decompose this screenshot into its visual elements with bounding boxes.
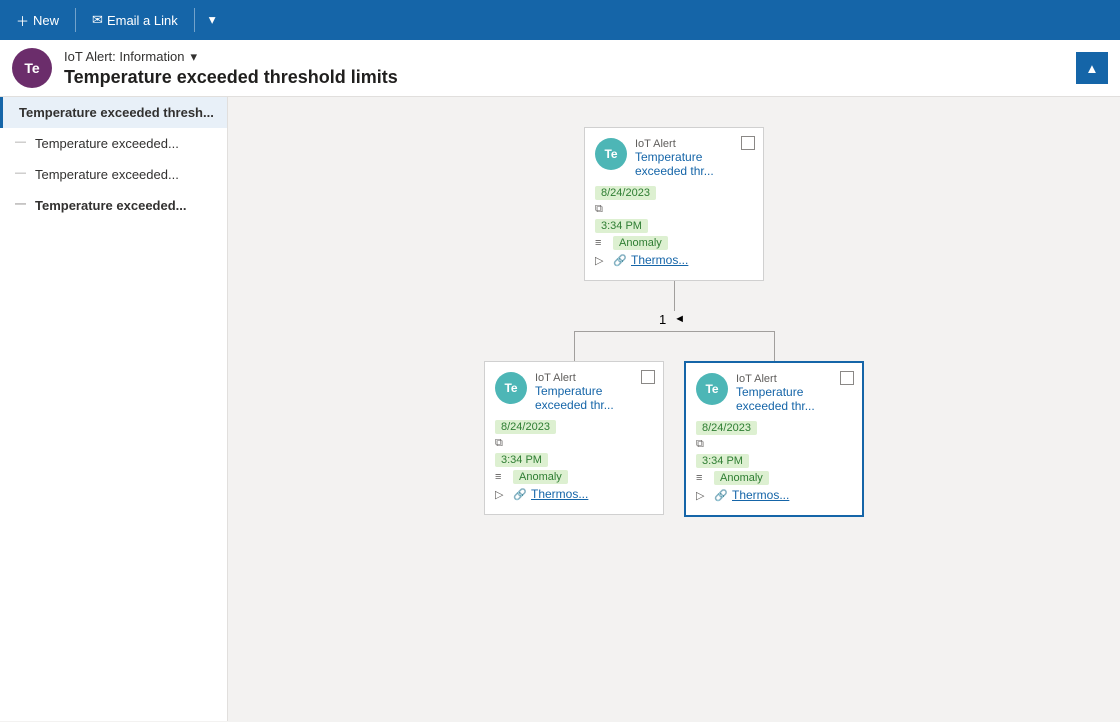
sidebar: Temperature exceeded thresh... Temperatu… [0, 97, 228, 721]
connector-v-root [674, 281, 675, 311]
root-card-category: Anomaly [613, 236, 668, 250]
child-1-time: 3:34 PM [696, 454, 749, 468]
collapse-button[interactable]: ▲ [1076, 52, 1108, 84]
child-1-title[interactable]: Temperature exceeded thr... [736, 385, 852, 413]
pagination-back-button[interactable]: ◄ [670, 311, 689, 327]
child-1-type: IoT Alert [736, 373, 852, 385]
sidebar-item-2[interactable]: Temperature exceeded... [0, 159, 227, 190]
tag-icon-0: ≡ [495, 471, 509, 483]
link-icon-1: 🔗 [714, 489, 728, 502]
child-1-avatar: Te [696, 373, 728, 405]
child-0-date: 8/24/2023 [495, 420, 556, 434]
header-content: IoT Alert: Information ▾ Temperature exc… [64, 49, 1108, 88]
root-card-time: 3:34 PM [595, 219, 648, 233]
child-1-checkbox[interactable] [840, 371, 854, 385]
email-icon: ✉ [92, 12, 103, 28]
sidebar-item-label: Temperature exceeded... [35, 136, 179, 151]
child-0-title[interactable]: Temperature exceeded thr... [535, 384, 653, 412]
child-0-avatar: Te [495, 372, 527, 404]
chevron-down-icon: ▾ [209, 12, 216, 28]
root-card-avatar: Te [595, 138, 627, 170]
avatar: Te [12, 48, 52, 88]
sidebar-item-3[interactable]: Temperature exceeded... [0, 190, 227, 221]
child-branch-0: Te IoT Alert Temperature exceeded thr...… [484, 331, 664, 515]
sidebar-item-0[interactable]: Temperature exceeded thresh... [0, 97, 227, 128]
child-v-line-0 [574, 331, 575, 361]
sidebar-item-1[interactable]: Temperature exceeded... [0, 128, 227, 159]
tag-icon-1: ≡ [696, 472, 710, 484]
root-card-title[interactable]: Temperature exceeded thr... [635, 150, 753, 178]
child-0-time: 3:34 PM [495, 453, 548, 467]
children-row: Te IoT Alert Temperature exceeded thr...… [484, 331, 864, 517]
tree-container: Te IoT Alert Temperature exceeded thr...… [228, 97, 1120, 721]
pagination-page: 1 [659, 312, 666, 327]
child-card-0: Te IoT Alert Temperature exceeded thr...… [484, 361, 664, 515]
toolbar-chevron-button[interactable]: ▾ [203, 4, 222, 36]
new-icon: ＋ [16, 11, 29, 30]
link-icon: 🔗 [613, 254, 627, 267]
email-link-button[interactable]: ✉ Email a Link [84, 4, 186, 36]
arrow-icon-1: ▷ [696, 489, 710, 502]
copy-icon-1: ⧉ [696, 438, 710, 451]
alert-type-dropdown[interactable]: IoT Alert: Information ▾ [64, 49, 197, 65]
link-icon-0: 🔗 [513, 488, 527, 501]
page-title: Temperature exceeded threshold limits [64, 67, 1108, 88]
sidebar-item-label: Temperature exceeded thresh... [19, 105, 214, 120]
toolbar: ＋ New ✉ Email a Link ▾ [0, 0, 1120, 40]
child-branch-1: Te IoT Alert Temperature exceeded thr...… [684, 331, 864, 517]
new-button[interactable]: ＋ New [8, 4, 67, 36]
root-card-link[interactable]: Thermos... [631, 253, 688, 267]
sidebar-item-label: Temperature exceeded... [35, 167, 179, 182]
main-layout: Temperature exceeded thresh... Temperatu… [0, 97, 1120, 721]
toolbar-divider-2 [194, 8, 195, 32]
copy-icon: ⧉ [595, 203, 609, 216]
arrow-icon: ▷ [595, 254, 609, 267]
child-1-link[interactable]: Thermos... [732, 488, 789, 502]
child-card-1: Te IoT Alert Temperature exceeded thr...… [684, 361, 864, 517]
dropdown-chevron-icon: ▾ [190, 49, 197, 65]
email-label: Email a Link [107, 13, 178, 28]
copy-icon-0: ⧉ [495, 437, 509, 450]
sidebar-item-label: Temperature exceeded... [35, 198, 187, 213]
child-0-link[interactable]: Thermos... [531, 487, 588, 501]
root-card-type: IoT Alert [635, 138, 753, 150]
toolbar-divider [75, 8, 76, 32]
root-card-checkbox[interactable] [741, 136, 755, 150]
pagination-row: 1 ◄ [659, 311, 689, 327]
child-0-category: Anomaly [513, 470, 568, 484]
child-0-type: IoT Alert [535, 372, 653, 384]
new-label: New [33, 13, 59, 28]
content-area: Te IoT Alert Temperature exceeded thr...… [228, 97, 1120, 721]
child-v-line-1 [774, 331, 775, 361]
root-card: Te IoT Alert Temperature exceeded thr...… [584, 127, 764, 281]
child-1-category: Anomaly [714, 471, 769, 485]
child-1-date: 8/24/2023 [696, 421, 757, 435]
collapse-icon: ▲ [1085, 61, 1098, 76]
header-area: Te IoT Alert: Information ▾ Temperature … [0, 40, 1120, 97]
tag-icon: ≡ [595, 237, 609, 249]
child-0-checkbox[interactable] [641, 370, 655, 384]
arrow-icon-0: ▷ [495, 488, 509, 501]
root-card-date: 8/24/2023 [595, 186, 656, 200]
alert-type-label: IoT Alert: Information [64, 49, 184, 64]
